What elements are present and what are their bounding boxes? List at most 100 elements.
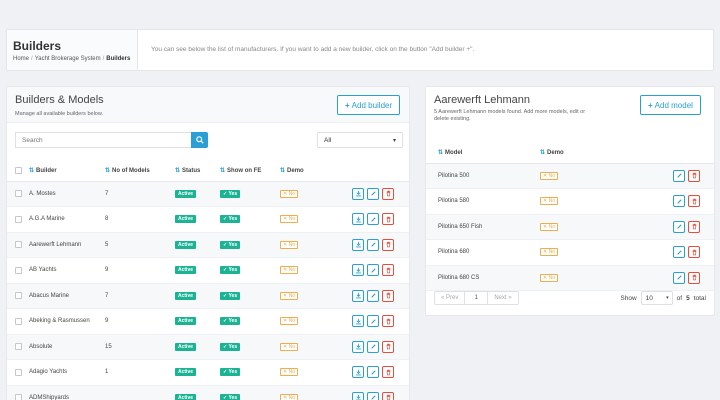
breadcrumb-home[interactable]: Home: [13, 56, 29, 62]
row-checkbox[interactable]: [15, 215, 22, 223]
row-checkbox[interactable]: [15, 190, 22, 198]
table-row[interactable]: Pilotina 680 CS ✕ No: [426, 265, 714, 291]
edit-button[interactable]: [673, 195, 685, 208]
delete-button[interactable]: [382, 340, 394, 353]
edit-button[interactable]: [367, 264, 379, 277]
add-model-button[interactable]: + Add model: [640, 95, 701, 115]
builders-panel: Builders & Models Manage all available b…: [6, 86, 410, 400]
table-row[interactable]: AB Yachts 9 Active ✓ Yes ✕ No: [7, 257, 409, 284]
demo-badge: ✕ No: [280, 215, 298, 224]
page-number-input[interactable]: 1: [464, 292, 489, 304]
row-checkbox[interactable]: [15, 394, 22, 400]
table-row[interactable]: Abeking & Rasmussen 9 Active ✓ Yes ✕ No: [7, 308, 409, 335]
delete-button[interactable]: [382, 264, 394, 277]
column-demo[interactable]: ⇅ Demo: [536, 142, 656, 164]
column-show-on-fe[interactable]: ⇅ Show on FE: [216, 160, 276, 182]
download-button[interactable]: [352, 238, 364, 251]
table-row[interactable]: Abacus Marine 7 Active ✓ Yes ✕ No: [7, 283, 409, 309]
delete-button[interactable]: [688, 246, 700, 259]
prev-page-button[interactable]: « Prev: [435, 292, 464, 304]
builder-name: Aarewerft Lehmann: [25, 232, 101, 258]
delete-button[interactable]: [382, 238, 394, 251]
pencil-icon: [676, 274, 683, 281]
search-input[interactable]: [15, 132, 191, 148]
status-badge: Active: [175, 368, 197, 377]
delete-button[interactable]: [688, 195, 700, 208]
table-row[interactable]: Adagio Yachts 1 Active ✓ Yes ✕ No: [7, 359, 409, 386]
models-panel: Aarewerft Lehmann 5 Aarewerft Lehmann mo…: [425, 86, 715, 316]
delete-button[interactable]: [382, 391, 394, 400]
edit-button[interactable]: [673, 246, 685, 259]
edit-button[interactable]: [367, 366, 379, 379]
edit-button[interactable]: [673, 169, 685, 182]
edit-button[interactable]: [367, 238, 379, 251]
row-checkbox[interactable]: [15, 317, 22, 325]
model-count: 1: [101, 359, 171, 386]
row-checkbox[interactable]: [15, 292, 22, 300]
download-button[interactable]: [352, 187, 364, 200]
column-no-of-models[interactable]: ⇅ No of Models: [101, 160, 171, 182]
table-row[interactable]: Aarewerft Lehmann 5 Active ✓ Yes ✕ No: [7, 232, 409, 258]
delete-button[interactable]: [382, 187, 394, 200]
download-button[interactable]: [352, 289, 364, 302]
pagination: « Prev 1 Next »: [434, 291, 519, 305]
column-status[interactable]: ⇅ Status: [171, 160, 216, 182]
delete-button[interactable]: [688, 271, 700, 284]
edit-button[interactable]: [367, 391, 379, 400]
edit-button[interactable]: [673, 220, 685, 233]
page-size-select[interactable]: 10 ▾: [640, 291, 673, 305]
row-checkbox[interactable]: [15, 368, 22, 376]
edit-button[interactable]: [367, 315, 379, 328]
status-badge: Active: [175, 266, 197, 275]
table-row[interactable]: Pilotina 680 ✕ No: [426, 239, 714, 266]
edit-button[interactable]: [673, 271, 685, 284]
table-row[interactable]: A.G.A Marine 8 Active ✓ Yes ✕ No: [7, 206, 409, 233]
breadcrumb-yacht-brokerage[interactable]: Yacht Brokerage System: [35, 56, 101, 62]
download-icon: [355, 241, 362, 248]
pencil-icon: [370, 241, 377, 248]
download-button[interactable]: [352, 264, 364, 277]
table-row[interactable]: Pilotina 650 Fish ✕ No: [426, 214, 714, 240]
trash-icon: [385, 318, 392, 325]
status-filter-select[interactable]: All ▾: [317, 132, 403, 148]
table-row[interactable]: ADMShipyards Active ✓ Yes ✕ No: [7, 385, 409, 400]
trash-icon: [691, 198, 698, 205]
column-builder[interactable]: ⇅ Builder: [25, 160, 101, 182]
demo-badge: ✕ No: [540, 273, 558, 282]
edit-button[interactable]: [367, 187, 379, 200]
download-button[interactable]: [352, 213, 364, 226]
pencil-icon: [370, 190, 377, 197]
header-title-block: Builders Home / Yacht Brokerage System / Bui…: [7, 30, 138, 70]
builder-name: Abacus Marine: [25, 283, 101, 309]
table-row[interactable]: Pilotina 500 ✕ No: [426, 163, 714, 189]
builder-name: Absolute: [25, 334, 101, 360]
table-row[interactable]: Pilotina 580 ✕ No: [426, 188, 714, 215]
edit-button[interactable]: [367, 340, 379, 353]
download-button[interactable]: [352, 315, 364, 328]
delete-button[interactable]: [688, 220, 700, 233]
delete-button[interactable]: [382, 315, 394, 328]
download-button[interactable]: [352, 391, 364, 400]
column-model[interactable]: ⇅ Model: [426, 142, 536, 164]
row-checkbox[interactable]: [15, 343, 22, 351]
pencil-icon: [370, 343, 377, 350]
table-row[interactable]: Absolute 15 Active ✓ Yes ✕ No: [7, 334, 409, 360]
delete-button[interactable]: [382, 289, 394, 302]
delete-button[interactable]: [382, 213, 394, 226]
edit-button[interactable]: [367, 289, 379, 302]
page-header: Builders Home / Yacht Brokerage System / Bui…: [6, 29, 714, 71]
search-button[interactable]: [191, 132, 208, 148]
next-page-button[interactable]: Next »: [488, 292, 517, 304]
edit-button[interactable]: [367, 213, 379, 226]
download-button[interactable]: [352, 340, 364, 353]
select-all-checkbox[interactable]: [15, 166, 22, 174]
add-builder-button[interactable]: + Add builder: [337, 95, 401, 115]
download-icon: [355, 267, 362, 274]
download-button[interactable]: [352, 366, 364, 379]
row-checkbox[interactable]: [15, 241, 22, 249]
delete-button[interactable]: [382, 366, 394, 379]
column-demo[interactable]: ⇅ Demo: [276, 160, 336, 182]
delete-button[interactable]: [688, 169, 700, 182]
table-row[interactable]: A. Mostes 7 Active ✓ Yes ✕ No: [7, 181, 409, 207]
row-checkbox[interactable]: [15, 266, 22, 274]
